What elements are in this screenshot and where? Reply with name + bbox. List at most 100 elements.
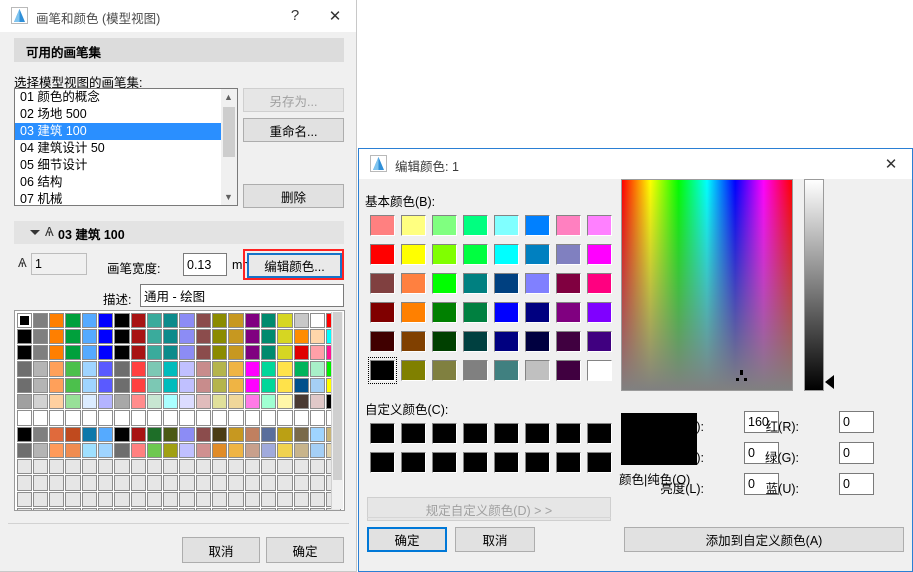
pen-color-swatch[interactable] xyxy=(212,378,227,393)
pen-set-list-item[interactable]: 07 机械 xyxy=(15,191,221,206)
pen-color-swatch[interactable] xyxy=(228,427,243,442)
pen-color-swatch[interactable] xyxy=(33,410,48,425)
blue-field[interactable]: 0 xyxy=(839,473,874,495)
pen-color-swatch[interactable] xyxy=(245,378,260,393)
pen-color-swatch[interactable] xyxy=(261,427,276,442)
pen-color-swatch[interactable] xyxy=(147,378,162,393)
help-button[interactable]: ? xyxy=(275,0,315,31)
pen-color-swatch[interactable] xyxy=(114,508,129,511)
pen-color-swatch[interactable] xyxy=(49,410,64,425)
pen-ok-button[interactable]: 确定 xyxy=(266,537,344,563)
pen-color-swatch[interactable] xyxy=(114,459,129,474)
pen-color-swatch[interactable] xyxy=(82,313,97,328)
pen-color-swatch[interactable] xyxy=(82,345,97,360)
pen-set-list-item[interactable]: 04 建筑设计 50 xyxy=(15,140,221,157)
close-icon[interactable]: ✕ xyxy=(315,0,355,31)
pen-color-swatch[interactable] xyxy=(114,394,129,409)
red-field[interactable]: 0 xyxy=(839,411,874,433)
pen-color-swatch[interactable] xyxy=(17,313,32,328)
pen-color-swatch[interactable] xyxy=(196,427,211,442)
pen-color-swatch[interactable] xyxy=(33,475,48,490)
pen-color-swatch[interactable] xyxy=(163,492,178,507)
pen-color-swatch[interactable] xyxy=(98,427,113,442)
custom-color-swatch[interactable] xyxy=(584,448,615,477)
pen-color-swatch[interactable] xyxy=(147,410,162,425)
swatch-scrollbar-thumb[interactable] xyxy=(333,312,342,480)
close-icon[interactable]: ✕ xyxy=(871,149,911,179)
pen-color-swatch[interactable] xyxy=(294,410,309,425)
pen-color-swatch[interactable] xyxy=(261,345,276,360)
pen-color-swatch[interactable] xyxy=(294,394,309,409)
pen-color-swatch[interactable] xyxy=(114,329,129,344)
pen-color-swatch[interactable] xyxy=(294,459,309,474)
pen-color-swatch[interactable] xyxy=(277,313,292,328)
pen-color-swatch[interactable] xyxy=(261,313,276,328)
pen-color-swatch[interactable] xyxy=(277,361,292,376)
pen-color-swatch[interactable] xyxy=(310,313,325,328)
pen-color-swatch[interactable] xyxy=(131,459,146,474)
pen-color-swatch[interactable] xyxy=(33,508,48,511)
pen-color-swatch[interactable] xyxy=(228,361,243,376)
pen-color-swatch[interactable] xyxy=(277,394,292,409)
pen-color-swatch[interactable] xyxy=(17,427,32,442)
pen-color-swatch[interactable] xyxy=(114,475,129,490)
pen-cancel-button[interactable]: 取消 xyxy=(182,537,260,563)
basic-color-swatch[interactable] xyxy=(522,269,553,298)
pen-color-swatch[interactable] xyxy=(277,492,292,507)
basic-color-swatch[interactable] xyxy=(553,327,584,356)
save-as-button[interactable]: 另存为... xyxy=(243,88,344,112)
pen-color-swatch[interactable] xyxy=(179,492,194,507)
pen-color-swatch[interactable] xyxy=(33,443,48,458)
pen-color-swatch[interactable] xyxy=(310,443,325,458)
pen-color-swatch[interactable] xyxy=(147,475,162,490)
pen-color-swatch[interactable] xyxy=(310,378,325,393)
pen-color-swatch[interactable] xyxy=(179,427,194,442)
pen-color-swatch[interactable] xyxy=(261,508,276,511)
pen-color-swatch[interactable] xyxy=(82,508,97,511)
pen-color-swatch[interactable] xyxy=(294,313,309,328)
pen-color-swatch[interactable] xyxy=(261,475,276,490)
pen-set-list-item[interactable]: 05 细节设计 xyxy=(15,157,221,174)
basic-color-swatch[interactable] xyxy=(460,269,491,298)
pen-color-swatch[interactable] xyxy=(310,345,325,360)
pen-color-swatch[interactable] xyxy=(82,459,97,474)
pen-color-swatch[interactable] xyxy=(131,410,146,425)
pen-color-swatch[interactable] xyxy=(277,410,292,425)
pen-color-swatch[interactable] xyxy=(49,361,64,376)
basic-color-swatch[interactable] xyxy=(429,356,460,385)
pen-color-swatch[interactable] xyxy=(147,443,162,458)
luminance-marker-icon[interactable] xyxy=(825,375,834,389)
pen-color-swatch[interactable] xyxy=(196,443,211,458)
pen-color-swatch[interactable] xyxy=(310,459,325,474)
pen-color-swatch[interactable] xyxy=(245,443,260,458)
pen-color-swatch[interactable] xyxy=(49,443,64,458)
pen-color-swatch[interactable] xyxy=(196,394,211,409)
pen-color-swatch[interactable] xyxy=(228,394,243,409)
pen-color-swatch[interactable] xyxy=(294,345,309,360)
pen-color-swatch[interactable] xyxy=(49,427,64,442)
basic-color-swatch[interactable] xyxy=(491,356,522,385)
pen-color-swatch[interactable] xyxy=(245,427,260,442)
pen-color-swatch[interactable] xyxy=(212,427,227,442)
custom-color-swatch[interactable] xyxy=(398,448,429,477)
pen-color-swatch[interactable] xyxy=(98,378,113,393)
pen-color-swatch[interactable] xyxy=(261,459,276,474)
basic-color-swatch[interactable] xyxy=(553,240,584,269)
pen-color-swatch[interactable] xyxy=(98,394,113,409)
pen-color-swatch[interactable] xyxy=(163,410,178,425)
pen-color-swatch[interactable] xyxy=(114,427,129,442)
pen-color-swatch[interactable] xyxy=(82,443,97,458)
pen-color-swatch[interactable] xyxy=(17,329,32,344)
basic-color-swatch[interactable] xyxy=(460,240,491,269)
pen-set-list-item[interactable]: 03 建筑 100 xyxy=(15,123,221,140)
pen-color-swatch[interactable] xyxy=(33,394,48,409)
pen-color-swatch[interactable] xyxy=(98,313,113,328)
basic-color-swatch[interactable] xyxy=(367,211,398,240)
basic-colors-grid[interactable] xyxy=(367,211,615,385)
pen-color-swatch[interactable] xyxy=(131,394,146,409)
pen-color-swatch[interactable] xyxy=(196,475,211,490)
pen-color-swatch[interactable] xyxy=(228,345,243,360)
pen-color-swatch[interactable] xyxy=(163,508,178,511)
basic-color-swatch[interactable] xyxy=(367,269,398,298)
pen-color-swatch[interactable] xyxy=(196,313,211,328)
